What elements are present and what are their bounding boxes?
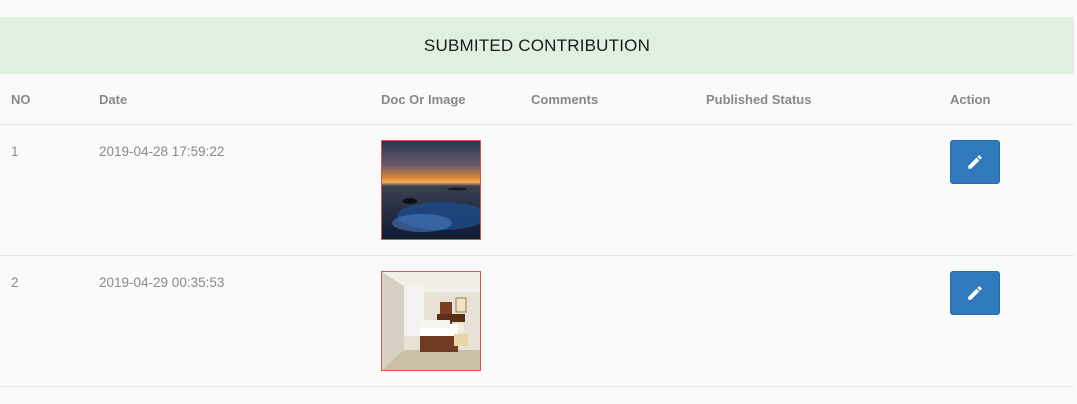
bedroom-thumbnail[interactable] (381, 271, 481, 371)
table-row: 1 2019-04-28 17:59:22 (0, 124, 1074, 256)
cell-published-status (695, 124, 939, 256)
table-header-row: NO Date Doc Or Image Comments Published … (0, 74, 1074, 125)
cell-action (939, 255, 1074, 387)
pencil-icon (968, 286, 982, 300)
row-comments (531, 256, 695, 275)
page-top-strip (0, 0, 1077, 17)
column-header-action: Action (939, 74, 1074, 125)
column-header-doc-or-image: Doc Or Image (370, 74, 520, 125)
contribution-table: NO Date Doc Or Image Comments Published … (0, 74, 1074, 387)
edit-button[interactable] (950, 140, 1000, 184)
seaside-sunset-thumbnail[interactable] (381, 140, 481, 240)
submitted-contribution-panel: SUBMITED CONTRIBUTION NO Date Doc Or Ima… (0, 17, 1074, 387)
row-date: 2019-04-28 17:59:22 (99, 144, 225, 159)
cell-comments (520, 124, 695, 256)
cell-no: 1 (0, 124, 88, 256)
cell-image (370, 255, 520, 387)
column-header-published-status: Published Status (695, 74, 939, 125)
panel-title: SUBMITED CONTRIBUTION (0, 17, 1074, 74)
edit-button[interactable] (950, 271, 1000, 315)
row-published-status (706, 125, 939, 144)
row-number: 2 (11, 275, 19, 290)
pencil-icon (968, 155, 982, 169)
table-row: 2 2019-04-29 00:35:53 (0, 255, 1074, 387)
column-header-comments: Comments (520, 74, 695, 125)
cell-comments (520, 255, 695, 387)
row-date: 2019-04-29 00:35:53 (99, 275, 225, 290)
row-number: 1 (11, 144, 19, 159)
cell-action (939, 124, 1074, 256)
row-comments (531, 125, 695, 144)
column-header-no: NO (0, 74, 88, 125)
cell-date: 2019-04-28 17:59:22 (88, 124, 370, 256)
cell-no: 2 (0, 255, 88, 387)
column-header-date: Date (88, 74, 370, 125)
cell-published-status (695, 255, 939, 387)
cell-date: 2019-04-29 00:35:53 (88, 255, 370, 387)
row-published-status (706, 256, 939, 275)
cell-image (370, 124, 520, 256)
